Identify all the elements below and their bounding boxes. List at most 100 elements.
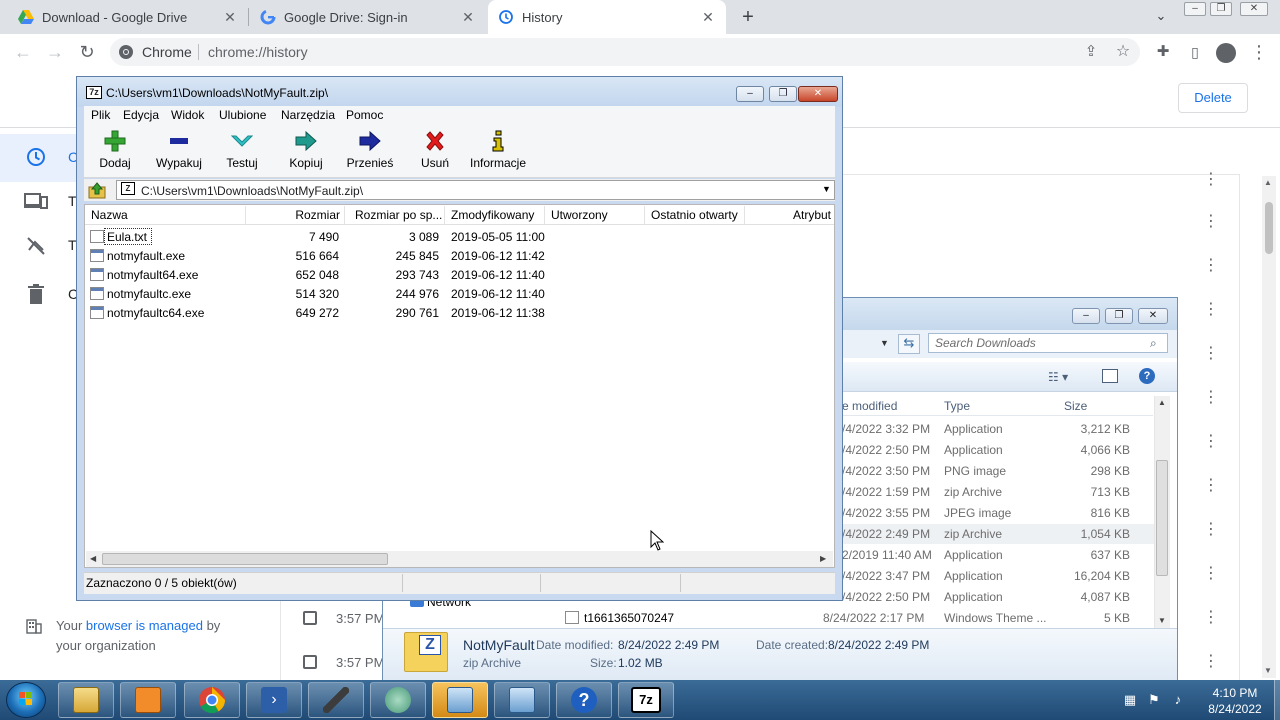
tray-security-icon[interactable]: ⚑ bbox=[1146, 692, 1162, 708]
menu-edit[interactable]: Edycja bbox=[123, 108, 159, 122]
close-icon[interactable]: ✕ bbox=[700, 9, 716, 25]
scroll-up-arrow-icon[interactable]: ▲ bbox=[1158, 398, 1166, 407]
taskbar-file-explorer[interactable] bbox=[58, 682, 114, 718]
taskbar-explorer-window[interactable] bbox=[494, 682, 550, 718]
menu-favorites[interactable]: Ulubione bbox=[219, 108, 266, 122]
move-button[interactable]: Przenieś bbox=[344, 130, 396, 170]
refresh-icon[interactable]: ⇆ bbox=[898, 334, 920, 354]
column-date-modified[interactable]: e modified bbox=[842, 399, 897, 413]
taskbar-voice-recorder[interactable] bbox=[308, 682, 364, 718]
devices-icon[interactable] bbox=[24, 192, 48, 210]
column-separator[interactable] bbox=[544, 206, 545, 224]
more-actions-icon[interactable]: ⋮ bbox=[1203, 345, 1219, 363]
scrollbar-thumb[interactable] bbox=[102, 553, 388, 565]
extensions-puzzle-icon[interactable]: ✚ bbox=[1152, 41, 1174, 63]
tray-volume-icon[interactable]: ♪ bbox=[1170, 692, 1186, 708]
more-actions-icon[interactable]: ⋮ bbox=[1203, 301, 1219, 319]
view-options-icon[interactable]: ☷ ▾ bbox=[1048, 370, 1068, 384]
close-icon[interactable]: ✕ bbox=[222, 9, 238, 25]
scrollbar-thumb[interactable] bbox=[1156, 460, 1168, 576]
path-input[interactable]: C:\Users\vm1\Downloads\NotMyFault.zip\ bbox=[116, 180, 835, 200]
taskbar-chrome[interactable] bbox=[184, 682, 240, 718]
search-input[interactable]: Search Downloads bbox=[928, 333, 1168, 353]
column-separator[interactable] bbox=[344, 206, 345, 224]
taskbar-help[interactable]: ? bbox=[556, 682, 612, 718]
scroll-down-arrow-icon[interactable]: ▼ bbox=[1264, 666, 1272, 675]
share-icon[interactable]: ⇪ bbox=[1080, 41, 1102, 63]
clock-time[interactable]: 4:10 PM bbox=[1200, 686, 1270, 700]
column-name[interactable]: Nazwa bbox=[91, 208, 128, 222]
explorer-close-button[interactable]: ✕ bbox=[1138, 308, 1168, 324]
scroll-left-arrow-icon[interactable]: ◀ bbox=[90, 554, 96, 563]
scroll-right-arrow-icon[interactable]: ▶ bbox=[820, 554, 826, 563]
minimize-button[interactable]: – bbox=[1184, 2, 1206, 16]
menu-view[interactable]: Widok bbox=[171, 108, 204, 122]
column-modified[interactable]: Zmodyfikowany bbox=[451, 208, 534, 222]
more-actions-icon[interactable]: ⋮ bbox=[1203, 653, 1219, 671]
file-name[interactable]: t1661365070247 bbox=[584, 611, 674, 625]
cleared-history-icon[interactable] bbox=[26, 236, 46, 256]
column-accessed[interactable]: Ostatnio otwarty bbox=[651, 208, 738, 222]
more-actions-icon[interactable]: ⋮ bbox=[1203, 521, 1219, 539]
forward-arrow-icon[interactable]: → bbox=[44, 41, 66, 63]
add-button[interactable]: Dodaj bbox=[94, 130, 136, 170]
history-row-checkbox[interactable] bbox=[303, 655, 317, 669]
minimize-button[interactable]: – bbox=[736, 86, 764, 102]
scrollbar-thumb[interactable] bbox=[1265, 202, 1273, 254]
copy-button[interactable]: Kopiuj bbox=[284, 130, 328, 170]
close-button[interactable]: ✕ bbox=[798, 86, 838, 102]
scroll-up-arrow-icon[interactable]: ▲ bbox=[1264, 178, 1272, 187]
reload-icon[interactable]: ↻ bbox=[76, 41, 98, 63]
side-panel-icon[interactable]: ▯ bbox=[1184, 41, 1206, 63]
new-tab-button[interactable]: + bbox=[738, 6, 758, 28]
back-arrow-icon[interactable]: ← bbox=[12, 41, 34, 63]
column-type[interactable]: Type bbox=[944, 399, 970, 413]
tab-google-drive-signin[interactable]: Google Drive: Sign-in ✕ bbox=[250, 0, 486, 34]
more-actions-icon[interactable]: ⋮ bbox=[1203, 565, 1219, 583]
menu-tools[interactable]: Narzędzia bbox=[281, 108, 335, 122]
more-actions-icon[interactable]: ⋮ bbox=[1203, 257, 1219, 275]
maximize-button[interactable]: ❐ bbox=[1210, 2, 1232, 16]
taskbar-7zip[interactable]: 7z bbox=[618, 682, 674, 718]
taskbar-network-tool[interactable] bbox=[370, 682, 426, 718]
column-separator[interactable] bbox=[644, 206, 645, 224]
column-created[interactable]: Utworzony bbox=[551, 208, 608, 222]
more-actions-icon[interactable]: ⋮ bbox=[1203, 171, 1219, 189]
extract-button[interactable]: Wypakuj bbox=[150, 130, 208, 170]
bookmark-star-icon[interactable]: ☆ bbox=[1112, 41, 1134, 63]
more-actions-icon[interactable]: ⋮ bbox=[1203, 433, 1219, 451]
column-attributes[interactable]: Atrybut bbox=[793, 208, 831, 222]
info-button[interactable]: Informacje bbox=[466, 130, 530, 170]
column-separator[interactable] bbox=[444, 206, 445, 224]
preview-pane-icon[interactable] bbox=[1102, 369, 1118, 383]
column-separator[interactable] bbox=[245, 206, 246, 224]
profile-avatar-icon[interactable] bbox=[1216, 43, 1236, 63]
history-row-checkbox[interactable] bbox=[303, 611, 317, 625]
chevron-down-icon[interactable]: ▼ bbox=[880, 338, 889, 348]
explorer-maximize-button[interactable]: ❐ bbox=[1105, 308, 1133, 324]
scroll-down-arrow-icon[interactable]: ▼ bbox=[1158, 616, 1166, 625]
maximize-button[interactable]: ❐ bbox=[769, 86, 797, 102]
help-icon[interactable]: ? bbox=[1139, 368, 1155, 384]
taskbar-explorer-active[interactable] bbox=[432, 682, 488, 718]
tray-network-icon[interactable]: ▦ bbox=[1122, 692, 1138, 708]
column-size[interactable]: Size bbox=[1064, 399, 1087, 413]
taskbar-powershell[interactable]: › bbox=[246, 682, 302, 718]
tab-search-chevron-icon[interactable]: ⌄ bbox=[1152, 8, 1170, 26]
menu-help[interactable]: Pomoc bbox=[346, 108, 383, 122]
more-actions-icon[interactable]: ⋮ bbox=[1203, 213, 1219, 231]
more-actions-icon[interactable]: ⋮ bbox=[1203, 477, 1219, 495]
more-actions-icon[interactable]: ⋮ bbox=[1203, 609, 1219, 627]
taskbar-media-player[interactable] bbox=[120, 682, 176, 718]
tab-google-drive-download[interactable]: Download - Google Drive ✕ bbox=[8, 0, 248, 34]
start-button[interactable] bbox=[6, 682, 46, 718]
close-icon[interactable]: ✕ bbox=[460, 9, 476, 25]
omnibox-url[interactable]: chrome://history bbox=[208, 44, 308, 60]
menu-file[interactable]: Plik bbox=[91, 108, 110, 122]
tab-history[interactable]: History ✕ bbox=[488, 0, 726, 34]
managed-link[interactable]: browser is managed bbox=[86, 618, 203, 633]
delete-button[interactable]: Usuń bbox=[418, 130, 452, 170]
show-desktop-button[interactable] bbox=[1274, 680, 1280, 720]
folder-up-icon[interactable] bbox=[88, 181, 106, 199]
column-packed-size[interactable]: Rozmiar po sp... bbox=[355, 208, 442, 222]
